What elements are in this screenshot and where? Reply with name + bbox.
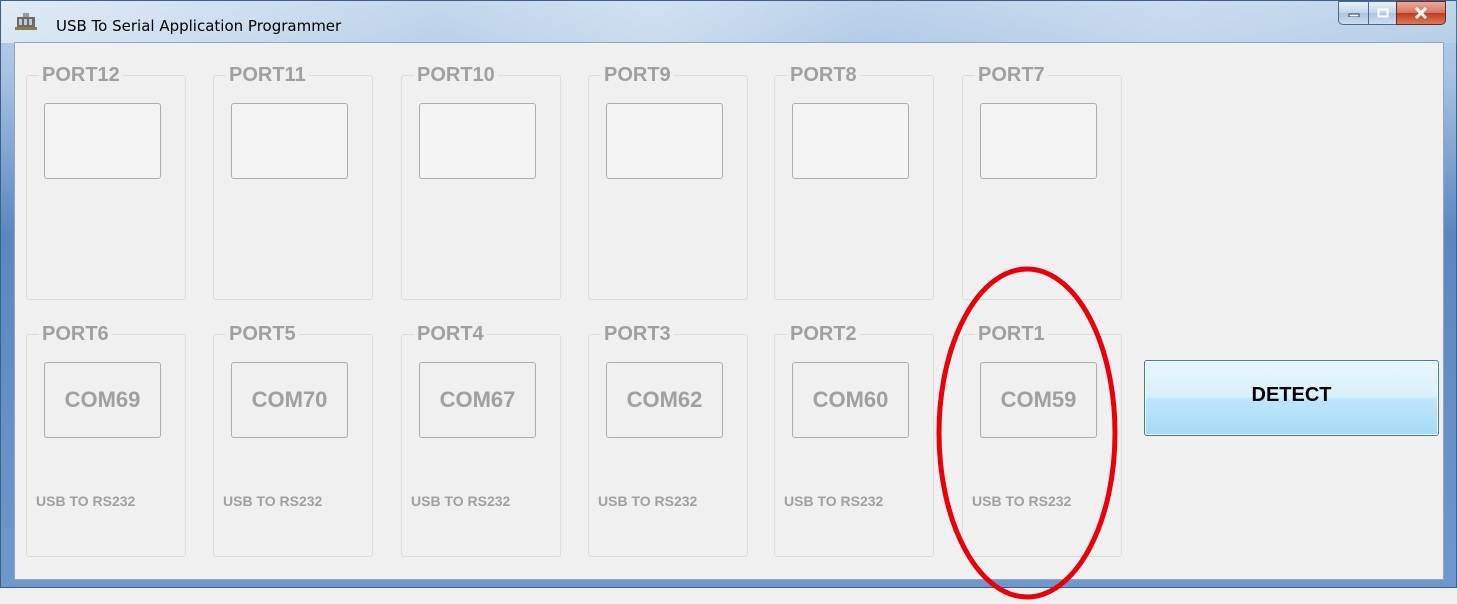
port-group-6: PORT6 COM69 USB TO RS232 bbox=[26, 323, 186, 557]
port-group-7: PORT7 bbox=[962, 64, 1122, 300]
device-description: USB TO RS232 bbox=[784, 493, 884, 509]
port-group-5: PORT5 COM70 USB TO RS232 bbox=[213, 323, 373, 557]
maximize-icon bbox=[1377, 8, 1388, 18]
port-group-9: PORT9 bbox=[588, 64, 748, 300]
window-frame: USB To Serial Application Programmer POR… bbox=[0, 0, 1457, 588]
port-label: PORT11 bbox=[226, 64, 309, 87]
port-label: PORT1 bbox=[975, 323, 1048, 346]
title-bar[interactable]: USB To Serial Application Programmer bbox=[1, 1, 1457, 43]
minimize-button[interactable] bbox=[1338, 1, 1368, 25]
com-display[interactable] bbox=[419, 103, 536, 179]
device-description: USB TO RS232 bbox=[223, 493, 323, 509]
port-group-3: PORT3 COM62 USB TO RS232 bbox=[588, 323, 748, 557]
com-display[interactable] bbox=[792, 103, 909, 179]
com-display[interactable]: COM70 bbox=[231, 362, 348, 438]
port-label: PORT7 bbox=[975, 64, 1048, 87]
window-controls bbox=[1338, 1, 1446, 27]
port-label: PORT9 bbox=[601, 64, 674, 87]
detect-button[interactable]: DETECT bbox=[1144, 360, 1439, 436]
app-icon[interactable] bbox=[15, 13, 37, 31]
port-group-12: PORT12 bbox=[26, 64, 186, 300]
device-description: USB TO RS232 bbox=[36, 493, 136, 509]
com-display[interactable] bbox=[606, 103, 723, 179]
com-display[interactable]: COM67 bbox=[419, 362, 536, 438]
close-icon bbox=[1414, 7, 1428, 19]
maximize-button[interactable] bbox=[1368, 1, 1396, 25]
device-description: USB TO RS232 bbox=[972, 493, 1072, 509]
port-group-11: PORT11 bbox=[213, 64, 373, 300]
port-label: PORT5 bbox=[226, 323, 299, 346]
port-label: PORT6 bbox=[39, 323, 112, 346]
port-group-10: PORT10 bbox=[401, 64, 561, 300]
com-display[interactable] bbox=[231, 103, 348, 179]
com-display[interactable]: COM62 bbox=[606, 362, 723, 438]
port-label: PORT12 bbox=[39, 64, 123, 87]
minimize-icon bbox=[1348, 13, 1359, 17]
client-area: PORT12 PORT11 PORT10 PORT9 PORT8 PORT7 P… bbox=[14, 42, 1444, 580]
window-title: USB To Serial Application Programmer bbox=[56, 17, 342, 35]
port-label: PORT3 bbox=[601, 323, 674, 346]
close-button[interactable] bbox=[1396, 1, 1446, 25]
device-description: USB TO RS232 bbox=[411, 493, 511, 509]
com-display[interactable]: COM69 bbox=[44, 362, 161, 438]
port-group-8: PORT8 bbox=[774, 64, 934, 300]
port-group-1: PORT1 COM59 USB TO RS232 bbox=[962, 323, 1122, 557]
com-display[interactable] bbox=[44, 103, 161, 179]
port-label: PORT4 bbox=[414, 323, 487, 346]
port-label: PORT8 bbox=[787, 64, 860, 87]
device-description: USB TO RS232 bbox=[598, 493, 698, 509]
port-label: PORT2 bbox=[787, 323, 860, 346]
port-group-4: PORT4 COM67 USB TO RS232 bbox=[401, 323, 561, 557]
com-display[interactable]: COM59 bbox=[980, 362, 1097, 438]
com-display[interactable] bbox=[980, 103, 1097, 179]
port-group-2: PORT2 COM60 USB TO RS232 bbox=[774, 323, 934, 557]
port-label: PORT10 bbox=[414, 64, 498, 87]
com-display[interactable]: COM60 bbox=[792, 362, 909, 438]
